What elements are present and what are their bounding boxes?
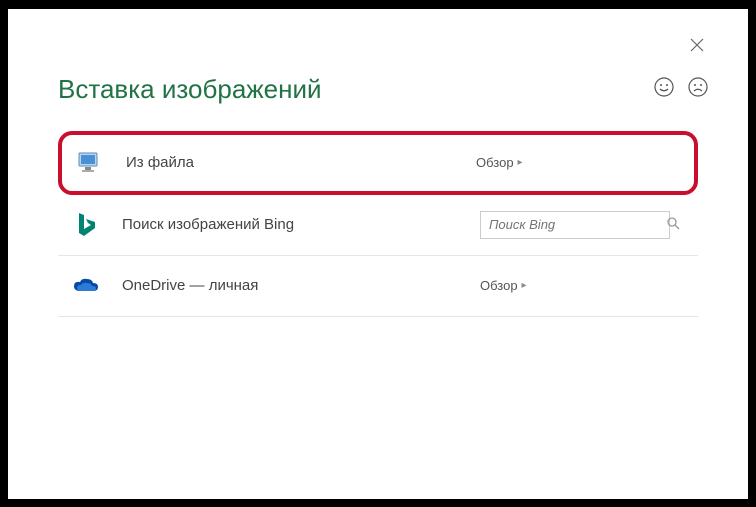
search-icon <box>667 217 680 233</box>
insert-images-dialog: Вставка изображений Из файла Обзор ▸ Пои… <box>8 9 748 499</box>
bing-search-input[interactable] <box>489 217 667 232</box>
chevron-right-icon: ▸ <box>522 280 527 291</box>
options-list: Из файла Обзор ▸ Поиск изображений Bing <box>58 131 698 317</box>
chevron-right-icon: ▸ <box>518 157 523 168</box>
feedback-buttons <box>654 77 708 97</box>
option-bing-search[interactable]: Поиск изображений Bing <box>58 195 698 256</box>
browse-button[interactable]: Обзор ▸ <box>476 155 523 170</box>
dialog-title: Вставка изображений <box>58 74 698 105</box>
frown-icon <box>688 77 708 97</box>
browse-button[interactable]: Обзор ▸ <box>480 278 527 293</box>
smile-icon <box>654 77 674 97</box>
feedback-happy-button[interactable] <box>654 77 674 97</box>
close-icon <box>690 38 704 52</box>
close-button[interactable] <box>690 37 704 55</box>
computer-icon <box>76 149 104 177</box>
option-label: OneDrive — личная <box>122 277 480 294</box>
feedback-sad-button[interactable] <box>688 77 708 97</box>
option-onedrive[interactable]: OneDrive — личная Обзор ▸ <box>58 256 698 317</box>
option-label: Поиск изображений Bing <box>122 216 480 233</box>
bing-icon <box>72 211 100 239</box>
option-from-file[interactable]: Из файла Обзор ▸ <box>58 131 698 195</box>
onedrive-icon <box>72 272 100 300</box>
bing-search-box[interactable] <box>480 211 670 239</box>
option-label: Из файла <box>126 154 476 171</box>
